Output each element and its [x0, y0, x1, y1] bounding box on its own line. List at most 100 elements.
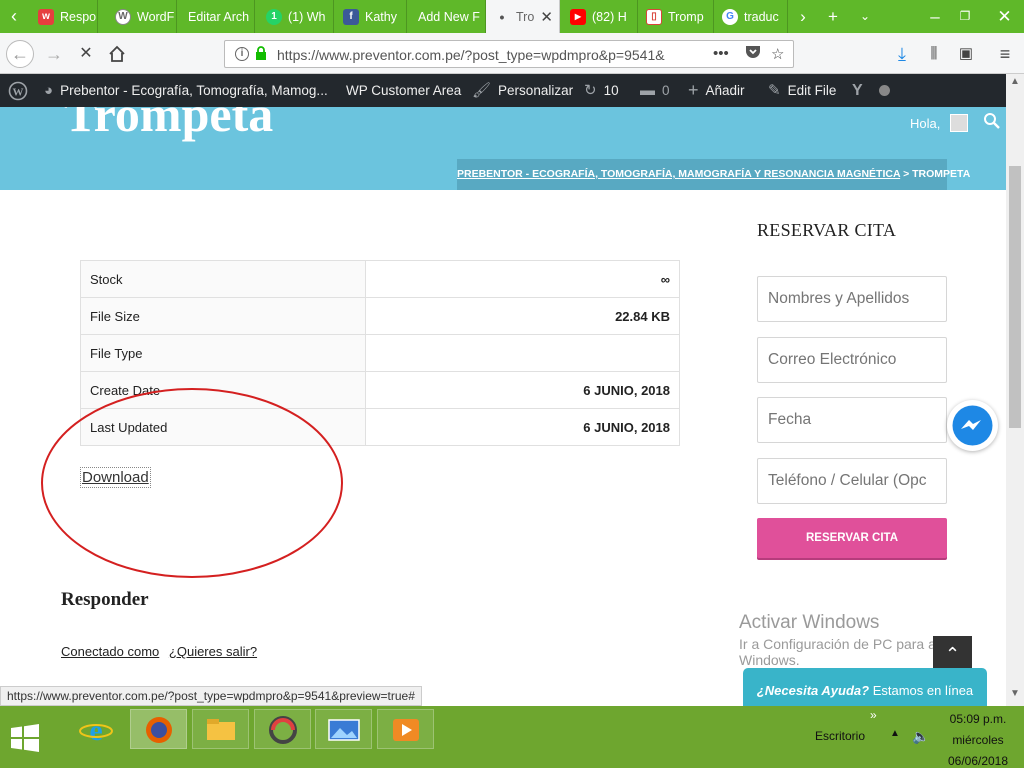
app-spiral-icon[interactable] — [254, 709, 311, 749]
page-title: Trompeta — [64, 107, 274, 142]
browser-toolbar: ← → ✕ i https://www.preventor.com.pe/?po… — [0, 33, 1024, 74]
breadcrumb-current: TROMPETA — [912, 168, 971, 180]
tab-2[interactable]: W WordF — [107, 0, 177, 33]
wp-edit-file-link[interactable]: ✎ Edit File — [768, 74, 836, 107]
url-text: https://www.preventor.com.pe/?post_type=… — [277, 47, 665, 63]
greeting-text: Hola, — [910, 116, 941, 131]
tab-5[interactable]: f Kathy — [335, 0, 407, 33]
tab-9[interactable]: ▯ Tromp — [638, 0, 714, 33]
logout-link[interactable]: ¿Quieres salir? — [169, 644, 257, 659]
tabs-scroll-left-icon[interactable]: ‹ — [0, 0, 28, 33]
row-value: 6 JUNIO, 2018 — [365, 371, 680, 409]
file-explorer-icon[interactable] — [192, 709, 249, 749]
close-window-icon[interactable]: ✕ — [985, 0, 1024, 33]
row-label: Stock — [80, 260, 366, 298]
tray-overflow-icon[interactable]: » — [870, 708, 877, 722]
system-clock[interactable]: 05:09 p.m. miércoles 06/06/2018 — [938, 709, 1018, 768]
close-tab-icon[interactable]: ✕ — [540, 8, 553, 26]
search-icon[interactable] — [983, 112, 1001, 130]
loading-dot-icon: • — [499, 8, 505, 25]
table-row: Stock ∞ — [80, 260, 680, 298]
wp-site-name-link[interactable]: ◕ Prebentor - Ecografía, Tomografía, Mam… — [44, 74, 328, 107]
comment-bubble-icon: ▬ — [640, 82, 655, 99]
minimize-window-icon[interactable]: – — [920, 0, 950, 33]
forward-arrow-icon[interactable]: → — [40, 40, 68, 68]
table-row: File Type — [80, 334, 680, 372]
scroll-up-icon[interactable]: ▲ — [1006, 76, 1024, 87]
tab-7-active[interactable]: • Tro ✕ — [486, 0, 560, 33]
tab-4[interactable]: 1 (1) Wh — [258, 0, 334, 33]
tab-3[interactable]: Editar Arch — [180, 0, 255, 33]
home-icon[interactable] — [103, 40, 131, 68]
clock-time: 05:09 p.m. — [949, 712, 1007, 726]
phone-field[interactable] — [757, 458, 947, 504]
downloads-icon[interactable]: ⤓ — [888, 40, 916, 68]
tab-10[interactable]: G traduc — [714, 0, 788, 33]
site-info-icon[interactable]: i — [235, 47, 249, 61]
wp-add-new-link[interactable]: + Añadir — [688, 74, 745, 107]
logged-in-as-link[interactable]: Conectado como — [61, 644, 159, 659]
sidebar-icon[interactable]: ▣ — [952, 40, 980, 68]
page-scrollbar[interactable]: ▲ ▼ — [1006, 74, 1024, 706]
address-bar[interactable]: i https://www.preventor.com.pe/?post_typ… — [224, 40, 794, 68]
dashboard-icon: ◕ — [44, 82, 54, 99]
menu-hamburger-icon[interactable]: ≡ — [991, 40, 1019, 68]
wp-comments-link[interactable]: ▬ 0 — [640, 74, 670, 107]
internet-explorer-icon[interactable]: e — [68, 709, 125, 749]
speaker-icon[interactable]: 🔈 — [912, 728, 929, 745]
email-field[interactable] — [757, 337, 947, 383]
show-hidden-icons-chevron-icon[interactable]: ▲ — [890, 728, 900, 739]
desktop-toolbar-label[interactable]: Escritorio — [815, 729, 865, 743]
paintbrush-icon: 🖌 — [472, 82, 492, 99]
windows-start-icon[interactable] — [10, 724, 40, 752]
row-label: File Type — [80, 334, 366, 372]
firefox-taskbar-icon[interactable] — [130, 709, 187, 749]
seo-status-dot-icon — [878, 85, 890, 96]
name-field[interactable] — [757, 276, 947, 322]
media-player-icon[interactable] — [377, 709, 434, 749]
photo-viewer-icon[interactable] — [315, 709, 372, 749]
breadcrumb-home-link[interactable]: PREBENTOR - ECOGRAFÍA, TOMOGRAFÍA, MAMOG… — [457, 168, 900, 180]
scrollbar-thumb[interactable] — [1009, 166, 1021, 428]
whatsapp-icon: 1 — [266, 8, 282, 25]
pocket-icon[interactable] — [745, 45, 761, 64]
row-value: 22.84 KB — [365, 297, 680, 335]
tab-6[interactable]: Add New F — [410, 0, 486, 33]
wordpress-logo-icon[interactable]: W — [8, 74, 28, 107]
row-value: 6 JUNIO, 2018 — [365, 408, 680, 446]
tab-label: Respo — [60, 9, 97, 24]
restore-window-icon[interactable]: ❐ — [950, 0, 980, 33]
new-tab-icon[interactable]: + — [818, 0, 848, 33]
date-field[interactable] — [757, 397, 947, 443]
tab-list-chevron-icon[interactable]: ⌄ — [850, 0, 880, 33]
comments-count: 0 — [662, 83, 670, 98]
wp-updates-link[interactable]: ↻ 10 — [584, 74, 619, 107]
bookmark-star-icon[interactable]: ☆ — [771, 45, 784, 63]
reserve-appointment-button[interactable]: RESERVAR CITA — [757, 518, 947, 558]
avatar[interactable] — [950, 114, 968, 132]
table-row: File Size 22.84 KB — [80, 297, 680, 335]
stop-loading-icon[interactable]: ✕ — [72, 40, 100, 68]
page-actions-icon[interactable]: ••• — [713, 45, 729, 62]
scroll-to-top-chevron-icon[interactable]: ⌃ — [933, 636, 972, 672]
edit-file-label: Edit File — [787, 83, 837, 98]
back-arrow-icon[interactable]: ← — [6, 40, 34, 68]
tabs-scroll-right-icon[interactable]: › — [788, 0, 818, 33]
reply-heading: Responder — [61, 589, 149, 610]
updates-count: 10 — [603, 83, 619, 98]
tab-1[interactable]: w Respo — [30, 0, 98, 33]
messenger-chat-button[interactable] — [947, 400, 998, 451]
yoast-seo-icon[interactable]: Y — [852, 74, 890, 107]
wp-customer-area-link[interactable]: WP Customer Area — [346, 74, 461, 107]
logged-in-line: Conectado como ¿Quieres salir? — [61, 644, 263, 659]
browser-tab-bar: ‹ w Respo W WordF Editar Arch 1 (1) Wh f… — [0, 0, 1024, 33]
scroll-down-icon[interactable]: ▼ — [1006, 688, 1024, 699]
tab-label: Tro — [516, 9, 535, 24]
lock-icon[interactable] — [255, 46, 267, 60]
red-annotation-ellipse — [41, 388, 343, 578]
live-chat-widget[interactable]: ¿Necesita Ayuda? Estamos en línea — [743, 668, 987, 708]
wp-customize-link[interactable]: 🖌 Personalizar — [472, 74, 573, 107]
library-icon[interactable]: ⫼ — [920, 40, 948, 68]
tab-8[interactable]: ▶ (82) H — [562, 0, 638, 33]
windows-taskbar: e » Escritorio ▲ 🔈 05:09 p.m. miércoles … — [0, 706, 1024, 768]
